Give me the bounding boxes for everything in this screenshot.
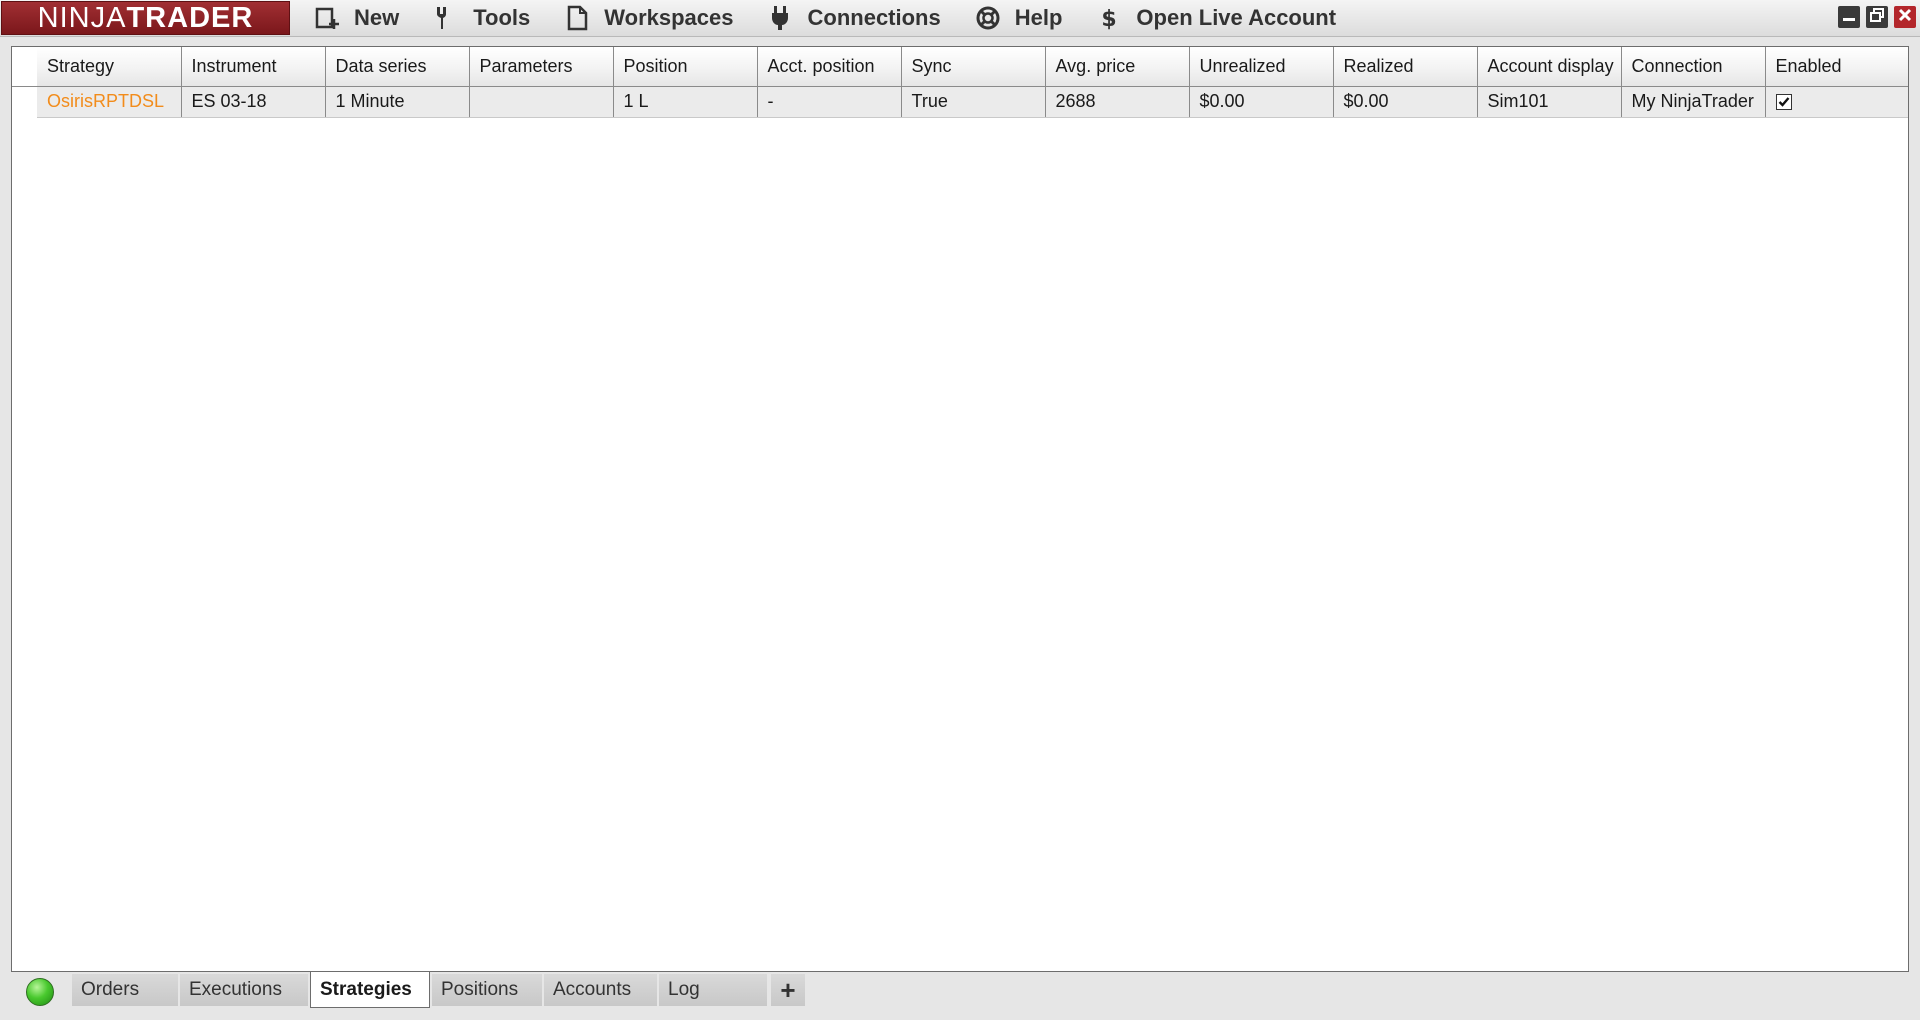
lifebuoy-icon bbox=[975, 5, 1001, 31]
column-header-strategy[interactable]: Strategy bbox=[37, 47, 182, 87]
tab-accounts[interactable]: Accounts bbox=[544, 974, 657, 1006]
column-header-acct-position[interactable]: Acct. position bbox=[757, 47, 902, 87]
close-button[interactable] bbox=[1894, 6, 1916, 28]
cell-parameters[interactable] bbox=[469, 86, 614, 118]
main-menu: New Tools Workspaces Connections Help $ … bbox=[314, 0, 1370, 36]
column-header-position[interactable]: Position bbox=[613, 47, 758, 87]
row-selector[interactable] bbox=[12, 86, 37, 117]
new-window-icon bbox=[314, 5, 340, 31]
restore-icon bbox=[1870, 7, 1884, 27]
menu-workspaces-label: Workspaces bbox=[604, 5, 734, 30]
cell-avg-price[interactable]: 2688 bbox=[1045, 86, 1190, 118]
minimize-icon bbox=[1842, 8, 1856, 27]
column-header-account-display[interactable]: Account display bbox=[1477, 47, 1622, 87]
ninjatrader-logo: NINJA TRADER bbox=[1, 1, 290, 35]
svg-text:$: $ bbox=[1102, 7, 1117, 31]
menu-bar: NINJA TRADER New Tools Workspaces Connec… bbox=[0, 0, 1920, 37]
document-icon bbox=[564, 5, 590, 31]
tab-strip: Orders Executions Strategies Positions A… bbox=[72, 972, 805, 1008]
bottom-tab-bar: Orders Executions Strategies Positions A… bbox=[0, 972, 1920, 1020]
cell-enabled bbox=[1765, 86, 1908, 118]
checkmark-icon bbox=[1778, 97, 1789, 108]
cell-data-series[interactable]: 1 Minute bbox=[325, 86, 470, 118]
connection-status-indicator bbox=[26, 978, 54, 1006]
tab-orders[interactable]: Orders bbox=[72, 974, 178, 1006]
column-header-instrument[interactable]: Instrument bbox=[181, 47, 326, 87]
row-header-spacer bbox=[12, 47, 37, 87]
cell-realized[interactable]: $0.00 bbox=[1333, 86, 1478, 118]
column-header-parameters[interactable]: Parameters bbox=[469, 47, 614, 87]
strategies-grid: Strategy Instrument Data series Paramete… bbox=[12, 47, 1908, 118]
strategies-grid-panel: Strategy Instrument Data series Paramete… bbox=[11, 46, 1909, 972]
column-header-data-series[interactable]: Data series bbox=[325, 47, 470, 87]
logo-text-ninja: NINJA bbox=[37, 1, 127, 34]
logo-text-trader: TRADER bbox=[126, 1, 254, 34]
column-header-connection[interactable]: Connection bbox=[1621, 47, 1766, 87]
ninjatrader-control-center: NINJA TRADER New Tools Workspaces Connec… bbox=[0, 0, 1920, 1020]
column-header-realized[interactable]: Realized bbox=[1333, 47, 1478, 87]
menu-connections[interactable]: Connections bbox=[768, 0, 941, 36]
window-controls bbox=[1832, 6, 1916, 28]
cell-position[interactable]: 1 L bbox=[613, 86, 758, 118]
cell-sync[interactable]: True bbox=[901, 86, 1046, 118]
menu-help-label: Help bbox=[1014, 5, 1063, 30]
menu-new-label: New bbox=[354, 5, 400, 30]
menu-tools[interactable]: Tools bbox=[433, 0, 530, 36]
menu-workspaces[interactable]: Workspaces bbox=[564, 0, 734, 36]
cell-strategy[interactable]: OsirisRPTDSL bbox=[37, 86, 182, 118]
cell-account-display[interactable]: Sim101 bbox=[1477, 86, 1622, 118]
restore-button[interactable] bbox=[1866, 6, 1888, 28]
tab-strategies[interactable]: Strategies bbox=[310, 972, 430, 1008]
column-header-enabled[interactable]: Enabled bbox=[1765, 47, 1908, 87]
column-header-unrealized[interactable]: Unrealized bbox=[1189, 47, 1334, 87]
plug-icon bbox=[768, 5, 794, 31]
menu-tools-label: Tools bbox=[473, 5, 531, 30]
tab-log[interactable]: Log bbox=[659, 974, 767, 1006]
tab-executions[interactable]: Executions bbox=[180, 974, 308, 1006]
add-tab-button[interactable]: + bbox=[771, 974, 805, 1006]
table-row[interactable]: OsirisRPTDSL ES 03-18 1 Minute 1 L - Tru… bbox=[12, 86, 1908, 118]
cell-unrealized[interactable]: $0.00 bbox=[1189, 86, 1334, 118]
cell-instrument[interactable]: ES 03-18 bbox=[181, 86, 326, 118]
cell-acct-position[interactable]: - bbox=[757, 86, 902, 118]
menu-connections-label: Connections bbox=[807, 5, 941, 30]
cell-connection[interactable]: My NinjaTrader bbox=[1621, 86, 1766, 118]
close-icon bbox=[1898, 8, 1912, 27]
menu-help[interactable]: Help bbox=[975, 0, 1063, 36]
minimize-button[interactable] bbox=[1838, 6, 1860, 28]
tab-positions[interactable]: Positions bbox=[432, 974, 542, 1006]
enabled-checkbox[interactable] bbox=[1775, 94, 1792, 111]
menu-new[interactable]: New bbox=[314, 0, 399, 36]
grid-header-row: Strategy Instrument Data series Paramete… bbox=[12, 47, 1908, 87]
column-header-sync[interactable]: Sync bbox=[901, 47, 1046, 87]
column-header-avg-price[interactable]: Avg. price bbox=[1045, 47, 1190, 87]
menu-open-live-account[interactable]: $ Open Live Account bbox=[1096, 0, 1336, 36]
menu-open-live-account-label: Open Live Account bbox=[1136, 5, 1337, 30]
dollar-icon: $ bbox=[1096, 5, 1122, 31]
wrench-icon bbox=[433, 5, 459, 31]
